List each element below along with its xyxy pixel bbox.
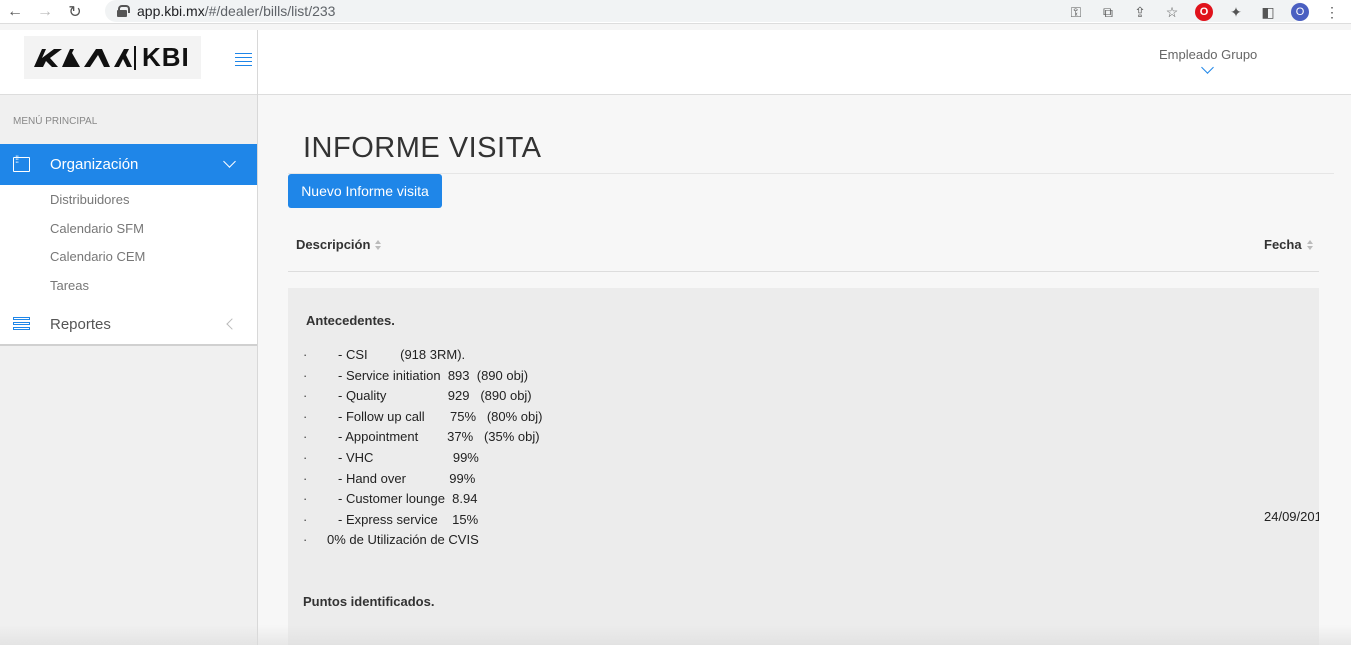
opera-extension-icon[interactable]: O <box>1195 3 1213 21</box>
key-icon[interactable]: ⚿ <box>1067 3 1085 21</box>
divider <box>288 173 1334 174</box>
column-header-label: Descripción <box>296 237 371 252</box>
list-item: · 0% de Utilización de CVIS <box>303 532 479 548</box>
extensions-area: ⚿ ⧉ ⇪ ☆ O ✦ ◧ O ⋮ <box>1067 0 1351 24</box>
back-arrow-icon[interactable]: ← <box>0 0 30 24</box>
column-header-fecha[interactable]: Fecha <box>1264 237 1314 252</box>
sidebar-item-organizacion[interactable]: Organización <box>0 144 257 185</box>
chevron-down-icon[interactable] <box>1201 61 1214 74</box>
column-header-descripcion[interactable]: Descripción <box>296 237 382 252</box>
chevron-left-icon <box>226 318 238 330</box>
logo-area: KBI <box>0 30 257 95</box>
page-title: INFORME VISITA <box>303 132 542 164</box>
row-date: 24/09/201 <box>1264 509 1319 524</box>
url-host: app.kbi.mx <box>137 3 205 19</box>
star-icon[interactable]: ☆ <box>1163 3 1181 21</box>
sidebar: KBI MENÚ PRINCIPAL Organización Distribu… <box>0 30 258 645</box>
sort-icon[interactable] <box>375 239 382 250</box>
list-icon <box>13 316 30 331</box>
share-icon[interactable]: ⇪ <box>1131 3 1149 21</box>
translate-icon[interactable]: ⧉ <box>1099 3 1117 21</box>
bottom-shadow <box>0 625 1351 645</box>
menu-header: MENÚ PRINCIPAL <box>13 116 98 127</box>
row-heading-puntos: Puntos identificados. <box>303 594 435 609</box>
sidepanel-icon[interactable]: ◧ <box>1259 3 1277 21</box>
main-content: INFORME VISITA Nuevo Informe visita Desc… <box>258 95 1351 645</box>
sidebar-item-label: Organización <box>50 156 139 173</box>
kia-kbi-logo[interactable]: KBI <box>24 36 201 79</box>
sort-icon[interactable] <box>1306 239 1314 250</box>
reload-icon[interactable]: ↻ <box>60 0 90 24</box>
list-item: · - Follow up call 75% (80% obj) <box>303 408 543 424</box>
top-header: Empleado Grupo <box>258 30 1351 95</box>
sidebar-item-label: Reportes <box>50 315 111 333</box>
list-item: · - Appointment 37% (35% obj) <box>303 429 540 445</box>
list-item: · - Quality 929 (890 obj) <box>303 388 532 404</box>
lock-icon <box>117 5 130 17</box>
user-menu[interactable]: Empleado Grupo <box>1159 47 1257 62</box>
submenu-item-distribuidores[interactable]: Distribuidores <box>0 188 257 217</box>
list-item: · - Service initiation 893 (890 obj) <box>303 367 529 383</box>
list-item: · - Hand over 99% <box>303 470 476 486</box>
browser-toolbar: ← → ↻ app.kbi.mx/#/dealer/bills/list/233… <box>0 0 1351 24</box>
kbi-logo-text: KBI <box>142 42 190 72</box>
puzzle-extensions-icon[interactable]: ✦ <box>1227 3 1245 21</box>
sliders-icon <box>13 155 30 172</box>
new-report-button[interactable]: Nuevo Informe visita <box>288 174 442 208</box>
list-item: · - CSI (918 3RM). <box>303 347 466 362</box>
divider <box>288 271 1319 272</box>
list-item: · - Customer lounge 8.94 <box>303 491 478 507</box>
forward-arrow-icon[interactable]: → <box>30 0 60 24</box>
hamburger-menu-icon[interactable] <box>235 53 252 66</box>
sidebar-item-reportes[interactable]: Reportes <box>0 304 257 346</box>
row-heading-antecedentes: Antecedentes. <box>306 313 395 328</box>
submenu-item-calendario-sfm[interactable]: Calendario SFM <box>0 217 257 246</box>
more-menu-icon[interactable]: ⋮ <box>1323 3 1341 21</box>
url-path: /#/dealer/bills/list/233 <box>204 3 336 19</box>
submenu-item-tareas[interactable]: Tareas <box>0 274 257 303</box>
list-item: · - VHC 99% <box>303 449 479 465</box>
list-item: · - Express service 15% <box>303 511 479 527</box>
table-row[interactable]: Antecedentes. · - CSI (918 3RM). · - Servi… <box>288 288 1319 645</box>
profile-avatar[interactable]: O <box>1291 3 1309 21</box>
column-header-label: Fecha <box>1264 237 1302 252</box>
chevron-down-icon <box>223 155 236 168</box>
submenu-item-calendario-cem[interactable]: Calendario CEM <box>0 245 257 274</box>
submenu-organizacion: Distribuidores Calendario SFM Calendario… <box>0 185 257 305</box>
kpi-list: · - CSI (918 3RM). · - Service initiation … <box>303 345 542 551</box>
